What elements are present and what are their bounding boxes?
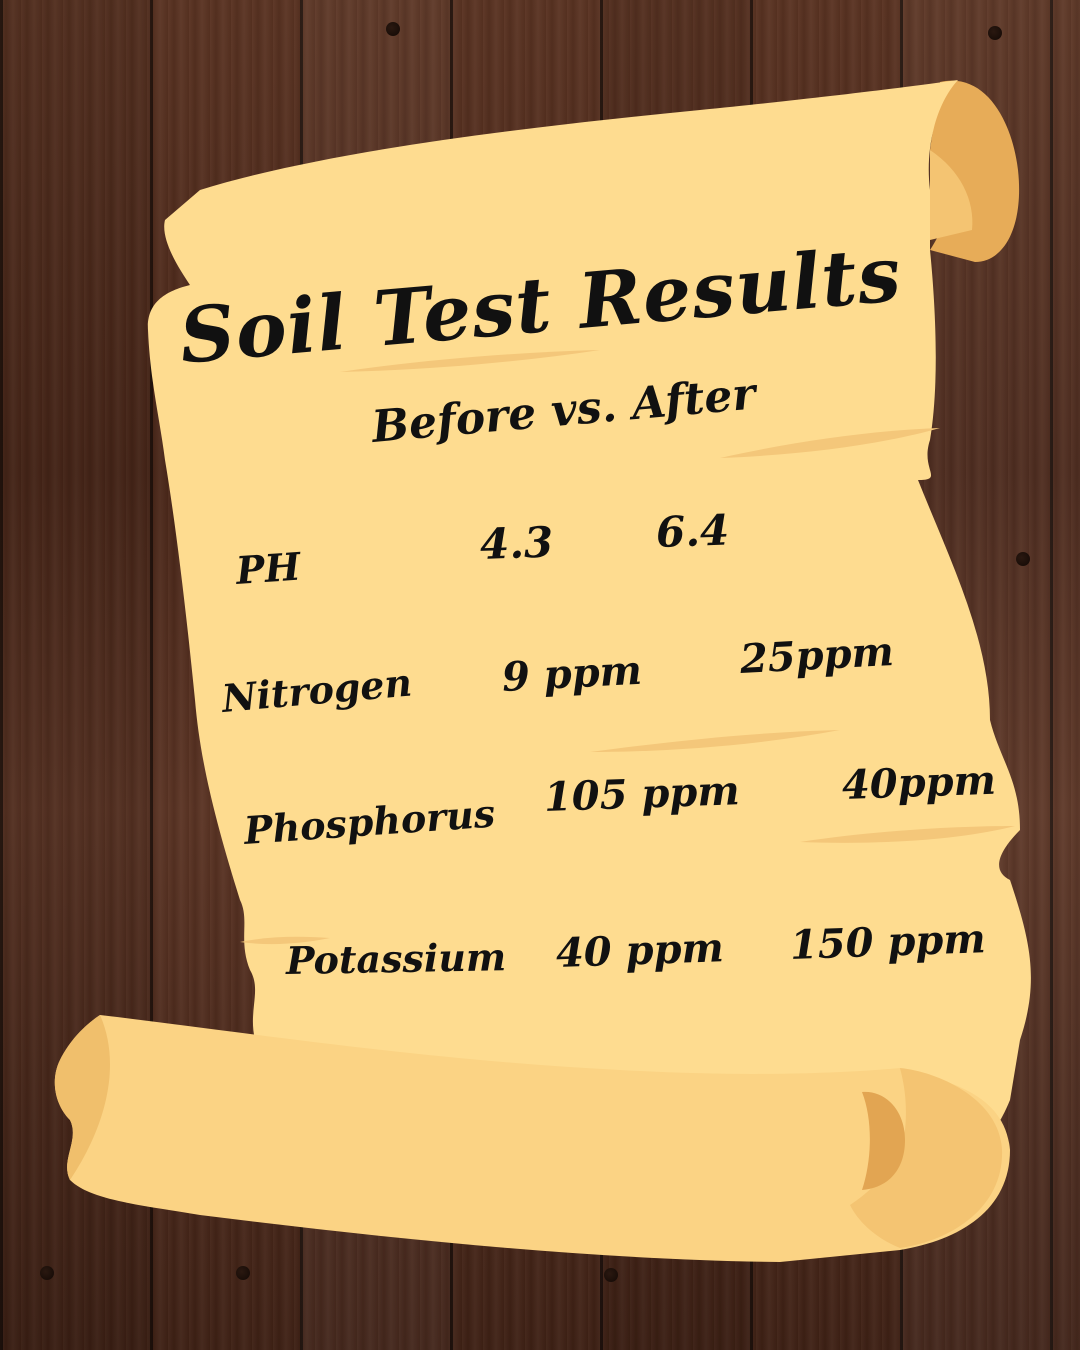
row-label-ph: PH [234, 543, 302, 593]
row-label-potassium: Potassium [285, 934, 507, 983]
row-after-potassium: 150 ppm [789, 915, 987, 969]
row-before-ph: 4.3 [479, 517, 554, 569]
row-before-phosphorus: 105 ppm [543, 767, 741, 821]
row-after-ph: 6.4 [655, 505, 730, 557]
row-after-phosphorus: 40ppm [841, 756, 997, 809]
row-before-potassium: 40 ppm [555, 924, 725, 977]
row-after-nitrogen: 25ppm [738, 627, 895, 683]
row-before-nitrogen: 9 ppm [500, 646, 644, 701]
